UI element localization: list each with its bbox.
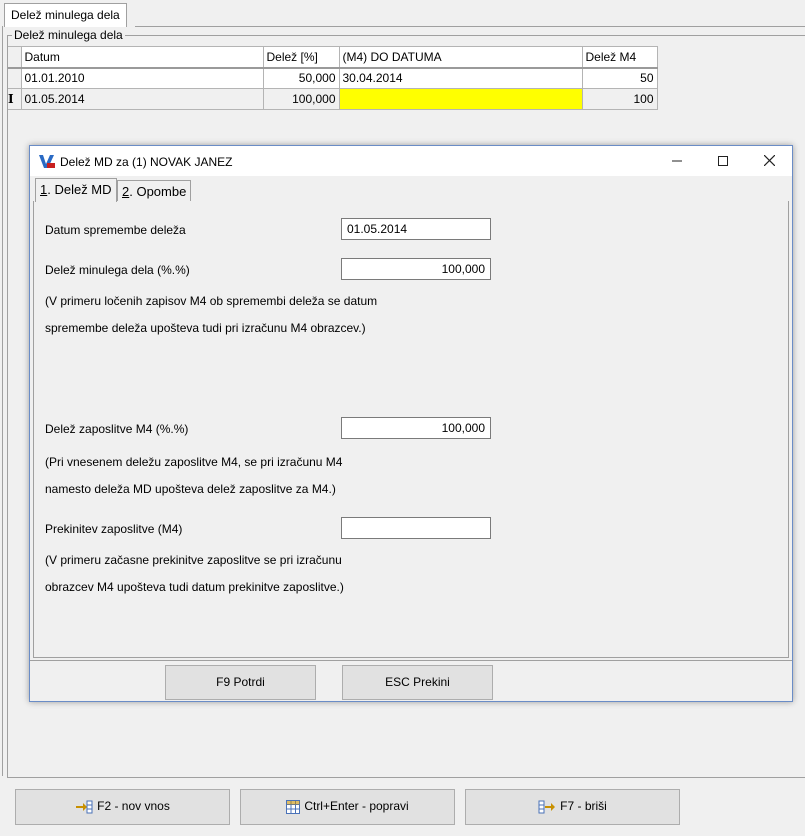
dialog-delez-md: Delež MD za (1) NOVAK JANEZ 1. Delež MD … <box>29 145 793 702</box>
datum-spremembe-label: Datum spremembe deleža <box>45 223 186 237</box>
note-locenih-zapisov: (V primeru ločenih zapisov M4 ob spremem… <box>45 294 378 335</box>
delez-zaposlitve-m4-field[interactable]: 100,000 <box>341 417 491 439</box>
delez-minulega-dela-label: Delež minulega dela (%.%) <box>45 263 190 277</box>
cell-delez[interactable]: 50,000 <box>262 67 340 89</box>
tab-delez-md[interactable]: 1. Delež MD <box>35 178 117 202</box>
delete-button[interactable]: F7 - briši <box>465 789 680 825</box>
delete-row-icon <box>538 800 556 814</box>
tab-divider <box>135 26 805 27</box>
dialog-button-separator <box>30 660 792 661</box>
minimize-button[interactable] <box>654 146 700 176</box>
row-indicator: I <box>8 88 22 110</box>
cell-datum[interactable]: 01.05.2014 <box>20 88 264 110</box>
note-zaposlitve-m4: (Pri vnesenem deležu zaposlitve M4, se p… <box>45 455 343 496</box>
close-icon <box>763 154 775 167</box>
cell-delez[interactable]: 100,000 <box>262 88 340 110</box>
cell-do-datuma[interactable] <box>338 88 583 110</box>
column-header-datum[interactable]: Datum <box>20 46 264 69</box>
dialog-title: Delež MD za (1) NOVAK JANEZ <box>60 155 233 169</box>
confirm-button[interactable]: F9 Potrdi <box>165 665 316 700</box>
dialog-titlebar[interactable]: Delež MD za (1) NOVAK JANEZ <box>30 146 792 176</box>
tab-delez-minulega-dela[interactable]: Delež minulega dela <box>4 3 127 27</box>
maximize-button[interactable] <box>700 146 746 176</box>
table-row[interactable]: 01.01.2010 50,000 30.04.2014 50 <box>8 67 658 89</box>
grid-header-indicator <box>8 46 22 69</box>
cell-do-datuma[interactable]: 30.04.2014 <box>338 67 583 89</box>
app-logo-icon <box>39 155 55 168</box>
table-icon <box>286 799 301 814</box>
note-prekinitve: (V primeru začasne prekinitve zaposlitve… <box>45 553 344 594</box>
cell-delez-m4[interactable]: 100 <box>581 88 658 110</box>
column-header-do-datuma[interactable]: (M4) DO DATUMA <box>338 46 583 69</box>
delez-minulega-dela-field[interactable]: 100,000 <box>341 258 491 280</box>
delez-zaposlitve-m4-label: Delež zaposlitve M4 (%.%) <box>45 422 189 436</box>
table-row[interactable]: I 01.05.2014 100,000 100 <box>8 88 658 110</box>
close-button[interactable] <box>746 146 792 176</box>
group-legend: Delež minulega dela <box>12 28 125 42</box>
edit-button[interactable]: Ctrl+Enter - popravi <box>240 789 455 825</box>
left-frame-border <box>2 26 3 776</box>
new-row-icon <box>76 800 93 814</box>
column-header-delez-m4[interactable]: Delež M4 <box>581 46 658 69</box>
prekinitev-zaposlitve-field[interactable] <box>341 517 491 539</box>
tab-opombe[interactable]: 2. Opombe <box>117 180 192 201</box>
datum-spremembe-field[interactable]: 01.05.2014 <box>341 218 491 240</box>
cell-datum[interactable]: 01.01.2010 <box>20 67 264 89</box>
cell-delez-m4[interactable]: 50 <box>581 67 658 89</box>
prekinitev-zaposlitve-label: Prekinitev zaposlitve (M4) <box>45 522 183 536</box>
minimize-icon <box>672 160 682 162</box>
row-indicator <box>8 67 22 89</box>
column-header-delez[interactable]: Delež [%] <box>262 46 340 69</box>
cancel-button[interactable]: ESC Prekini <box>342 665 493 700</box>
maximize-icon <box>718 156 728 166</box>
new-entry-button[interactable]: F2 - nov vnos <box>15 789 230 825</box>
grid-header-row: Datum Delež [%] (M4) DO DATUMA Delež M4 <box>8 46 658 69</box>
data-grid[interactable]: Datum Delež [%] (M4) DO DATUMA Delež M4 … <box>8 46 658 110</box>
